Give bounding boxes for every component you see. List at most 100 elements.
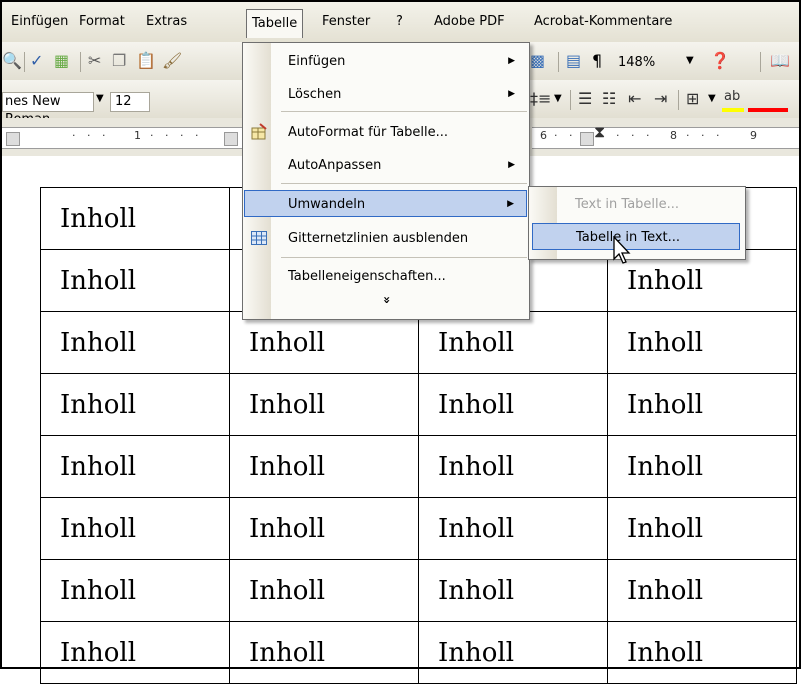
umwandeln-submenu: Text in Tabelle... Tabelle in Text... bbox=[528, 186, 746, 260]
table-row: InhollInhollInhollInholl bbox=[40, 311, 797, 374]
highlight-icon[interactable]: ab bbox=[724, 87, 740, 107]
table-cell[interactable]: Inholl bbox=[418, 435, 608, 498]
submenu-arrow-icon: ▶ bbox=[507, 199, 514, 209]
ruler-column-marker[interactable] bbox=[224, 132, 238, 146]
menu-item-label: Umwandeln bbox=[288, 197, 366, 212]
borders-dropdown-arrow-icon[interactable]: ▼ bbox=[708, 89, 716, 109]
spellcheck-icon[interactable]: ✓ bbox=[30, 51, 43, 71]
table-cell[interactable]: Inholl bbox=[40, 559, 230, 622]
table-cell[interactable]: Inholl bbox=[40, 187, 230, 250]
bullets-icon[interactable]: ☷ bbox=[602, 89, 616, 109]
menu-adobe-pdf[interactable]: Adobe PDF bbox=[434, 10, 505, 34]
menu-format[interactable]: Format bbox=[79, 10, 125, 34]
menu-item-label: Text in Tabelle... bbox=[575, 197, 680, 212]
menu-expand-button[interactable]: » bbox=[244, 289, 527, 311]
ruler-ticks: · · · bbox=[616, 129, 654, 142]
numbering-icon[interactable]: ☰ bbox=[578, 89, 592, 109]
menu-item-einfuegen[interactable]: Einfügen ▶ bbox=[244, 48, 527, 75]
borders-icon[interactable]: ⊞ bbox=[686, 89, 699, 109]
table-cell[interactable]: Inholl bbox=[229, 435, 419, 498]
font-size-select[interactable]: 12 bbox=[110, 92, 150, 112]
menu-item-loeschen[interactable]: Löschen ▶ bbox=[244, 81, 527, 108]
table-cell[interactable]: Inholl bbox=[418, 311, 608, 374]
help-icon[interactable]: ❓ bbox=[710, 51, 730, 71]
menu-item-label: Gitternetzlinien ausblenden bbox=[288, 231, 469, 246]
table-cell[interactable]: Inholl bbox=[40, 621, 230, 684]
table-cell[interactable]: Inholl bbox=[418, 559, 608, 622]
table-cell[interactable]: Inholl bbox=[229, 559, 419, 622]
table-cell[interactable]: Inholl bbox=[229, 311, 419, 374]
menu-einfuegen[interactable]: Einfügen bbox=[11, 10, 68, 34]
table-cell[interactable]: Inholl bbox=[229, 373, 419, 436]
print-preview-icon[interactable]: 🔍 bbox=[2, 51, 22, 71]
menu-fenster[interactable]: Fenster bbox=[322, 10, 370, 34]
tabelle-menu: Einfügen ▶ Löschen ▶ AutoFormat für Tabe… bbox=[242, 42, 530, 320]
table-cell[interactable]: Inholl bbox=[418, 621, 608, 684]
decrease-indent-icon[interactable]: ⇤ bbox=[628, 89, 641, 109]
zoom-dropdown-arrow-icon[interactable]: ▼ bbox=[686, 51, 694, 71]
read-mode-icon[interactable]: 📖 bbox=[770, 51, 790, 71]
submenu-arrow-icon: ▶ bbox=[508, 56, 515, 66]
increase-indent-icon[interactable]: ⇥ bbox=[654, 89, 667, 109]
table-cell[interactable]: Inholl bbox=[40, 373, 230, 436]
menu-item-autoanpassen[interactable]: AutoAnpassen ▶ bbox=[244, 152, 527, 179]
cut-icon[interactable]: ✂ bbox=[88, 51, 101, 71]
menu-item-umwandeln[interactable]: Umwandeln ▶ bbox=[244, 190, 527, 217]
table-cell[interactable]: Inholl bbox=[40, 497, 230, 560]
table-cell[interactable]: Inholl bbox=[40, 435, 230, 498]
menu-help[interactable]: ? bbox=[396, 10, 403, 34]
ruler-ticks: · · · bbox=[72, 129, 110, 142]
document-map-icon[interactable]: ▤ bbox=[566, 51, 581, 71]
line-spacing-dropdown-arrow-icon[interactable]: ▼ bbox=[554, 89, 562, 109]
ruler-ticks: · · · · bbox=[150, 129, 203, 142]
table-row: InhollInhollInhollInholl bbox=[40, 435, 797, 498]
paste-icon[interactable]: 📋 bbox=[136, 51, 156, 71]
menu-item-gitternetzlinien[interactable]: Gitternetzlinien ausblenden bbox=[244, 225, 527, 252]
toolbar-separator bbox=[678, 90, 679, 110]
research-icon[interactable]: ▦ bbox=[54, 51, 69, 71]
table-cell[interactable]: Inholl bbox=[418, 373, 608, 436]
table-cell[interactable]: Inholl bbox=[229, 621, 419, 684]
font-name-select[interactable]: nes New Roman bbox=[2, 92, 94, 127]
menu-item-autoformat[interactable]: AutoFormat für Tabelle... bbox=[244, 119, 527, 146]
line-spacing-icon[interactable]: ‡≡ bbox=[530, 89, 551, 109]
table-cell[interactable]: Inholl bbox=[607, 559, 797, 622]
table-cell[interactable]: Inholl bbox=[607, 435, 797, 498]
table-cell[interactable]: Inholl bbox=[40, 249, 230, 312]
table-cell[interactable]: Inholl bbox=[418, 497, 608, 560]
menu-bar: Einfügen Format Extras Tabelle Fenster ?… bbox=[2, 2, 799, 42]
ruler-digit: 8 bbox=[670, 129, 677, 142]
horizontal-ruler-left[interactable]: · · · 1 · · · · bbox=[2, 127, 242, 149]
ruler-digit: 9 bbox=[750, 129, 757, 142]
table-cell[interactable]: Inholl bbox=[607, 373, 797, 436]
horizontal-ruler-right[interactable]: 6 · · ⧗ · · · 8 · · · 9 bbox=[532, 122, 799, 149]
menu-extras[interactable]: Extras bbox=[146, 10, 187, 34]
ruler-ticks: · · bbox=[554, 129, 577, 142]
font-name-dropdown-arrow-icon[interactable]: ▼ bbox=[96, 89, 104, 109]
copy-icon[interactable]: ❐ bbox=[112, 51, 126, 71]
show-formatting-icon[interactable]: ¶ bbox=[592, 51, 602, 71]
autoformat-icon bbox=[251, 123, 267, 140]
toolbar-separator bbox=[80, 52, 81, 72]
table-cell[interactable]: Inholl bbox=[229, 497, 419, 560]
menu-divider bbox=[281, 257, 527, 258]
table-cell[interactable]: Inholl bbox=[607, 311, 797, 374]
submenu-item-text-in-tabelle[interactable]: Text in Tabelle... bbox=[532, 191, 740, 218]
zoom-select[interactable]: 148% bbox=[618, 54, 688, 72]
menu-item-label: AutoFormat für Tabelle... bbox=[288, 125, 449, 140]
menu-divider bbox=[281, 111, 527, 112]
table-cell[interactable]: Inholl bbox=[607, 621, 797, 684]
ruler-indent-marker[interactable]: ⧗ bbox=[594, 122, 605, 142]
menu-item-tabelleneigenschaften[interactable]: Tabelleneigenschaften... bbox=[244, 263, 527, 290]
tables-borders-icon[interactable]: ▩ bbox=[530, 51, 545, 71]
ruler-column-marker[interactable] bbox=[580, 132, 594, 146]
menu-item-label: Tabelleneigenschaften... bbox=[288, 269, 446, 284]
submenu-item-tabelle-in-text[interactable]: Tabelle in Text... bbox=[532, 223, 740, 250]
menu-divider bbox=[281, 183, 527, 184]
menu-acrobat-kommentare[interactable]: Acrobat-Kommentare bbox=[534, 10, 672, 34]
menu-tabelle[interactable]: Tabelle bbox=[246, 9, 304, 38]
format-painter-icon[interactable]: 🖌 bbox=[162, 51, 182, 71]
table-cell[interactable]: Inholl bbox=[607, 497, 797, 560]
ruler-margin-marker[interactable] bbox=[6, 132, 20, 146]
table-cell[interactable]: Inholl bbox=[40, 311, 230, 374]
